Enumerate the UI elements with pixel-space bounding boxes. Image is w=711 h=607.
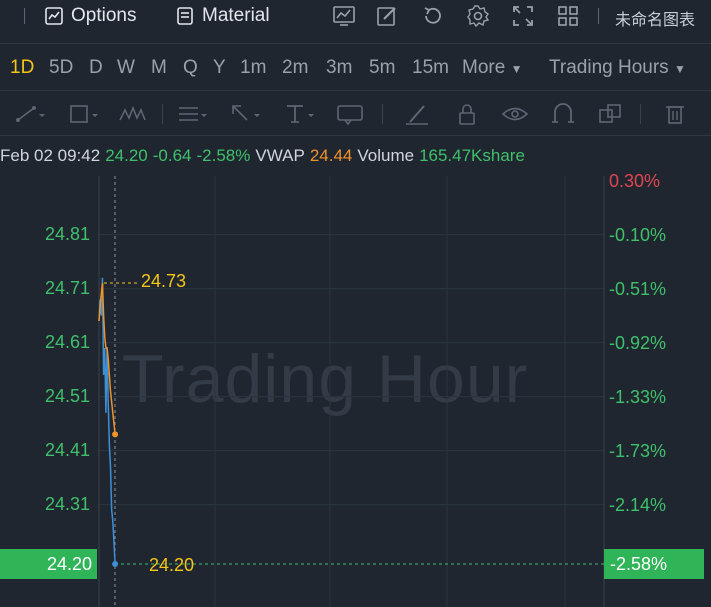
vwap-last-point bbox=[112, 431, 119, 438]
last-price-line-label: 24.20 bbox=[149, 555, 195, 575]
price-last-point bbox=[112, 561, 119, 567]
price-chart[interactable] bbox=[0, 0, 711, 607]
price-tick-label: 24.31 bbox=[44, 493, 90, 514]
price-tick-label: 24.81 bbox=[44, 223, 90, 244]
percent-tick-label: -1.73% bbox=[609, 441, 667, 461]
price-tick-label: 24.61 bbox=[44, 331, 90, 352]
price-series-line bbox=[98, 277, 116, 565]
current-price-badge: 24.20 bbox=[0, 549, 97, 579]
price-tick-label: 24.41 bbox=[44, 439, 90, 460]
percent-tick-label: 0.30% bbox=[609, 171, 661, 191]
current-pct-badge: -2.58% bbox=[604, 549, 704, 579]
percent-tick-label: -0.51% bbox=[609, 279, 667, 299]
chart-grid bbox=[98, 176, 605, 607]
percent-tick-label: -0.10% bbox=[609, 225, 667, 245]
percent-tick-label: -1.33% bbox=[609, 387, 667, 407]
percent-tick-label: -2.14% bbox=[609, 495, 667, 515]
percent-tick-label: -0.92% bbox=[609, 333, 667, 353]
price-tick-label: 24.51 bbox=[44, 385, 90, 406]
high-price-label: 24.73 bbox=[141, 271, 187, 291]
price-tick-label: 24.71 bbox=[44, 277, 90, 298]
